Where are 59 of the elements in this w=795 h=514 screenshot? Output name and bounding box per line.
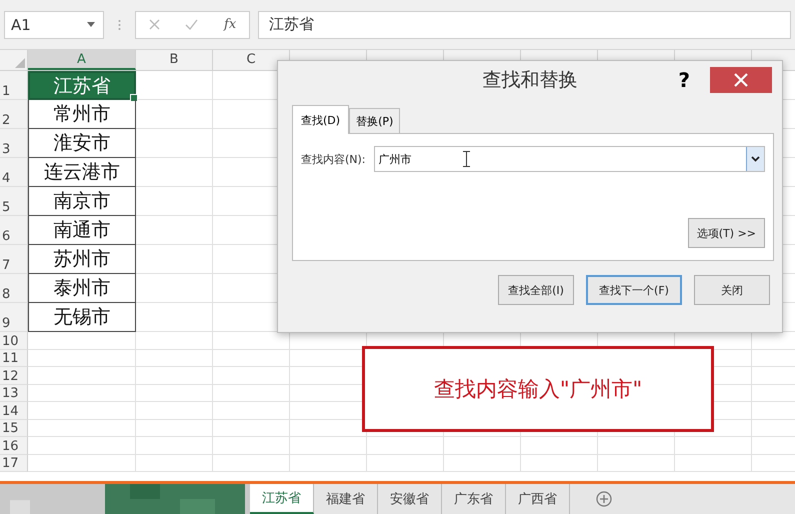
options-button[interactable]: 选项(T) >> bbox=[688, 218, 765, 248]
fill-handle[interactable] bbox=[130, 94, 138, 102]
annotation-callout: 查找内容输入"广州市" bbox=[362, 346, 714, 432]
row-header[interactable]: 6 bbox=[0, 216, 28, 245]
row-header[interactable]: 8 bbox=[0, 274, 28, 303]
function-button[interactable]: fx bbox=[224, 17, 236, 32]
table-cell: 南通市 bbox=[28, 216, 136, 245]
row-header[interactable]: 13 bbox=[0, 384, 28, 402]
row-header[interactable]: 11 bbox=[0, 350, 28, 367]
dialog-tab[interactable]: 查找(D) bbox=[292, 105, 350, 134]
sheet-tab[interactable]: 福建省 bbox=[314, 484, 378, 514]
find-field[interactable]: 广州市 bbox=[374, 146, 765, 172]
dialog-button[interactable]: 关闭 bbox=[694, 275, 770, 305]
table-cell: 苏州市 bbox=[28, 245, 136, 274]
separator-icon bbox=[118, 18, 121, 30]
sheet-tab[interactable]: 广西省 bbox=[506, 484, 570, 514]
row-header[interactable]: 3 bbox=[0, 129, 28, 158]
sheet-tab[interactable]: 广东省 bbox=[442, 484, 506, 514]
row-header[interactable]: 4 bbox=[0, 158, 28, 187]
dialog-title: 查找和替换 bbox=[482, 68, 578, 93]
table-cell: 淮安市 bbox=[28, 129, 136, 158]
table-cell: 江苏省 bbox=[28, 71, 136, 100]
sheet-tab[interactable]: 安徽省 bbox=[378, 484, 442, 514]
row-header[interactable]: 15 bbox=[0, 420, 28, 437]
text-cursor-icon bbox=[462, 151, 470, 167]
row-header[interactable]: 16 bbox=[0, 437, 28, 454]
table-cell: 常州市 bbox=[28, 100, 136, 129]
find-label: 查找内容(N): bbox=[301, 152, 366, 166]
row-header[interactable]: 1 bbox=[0, 71, 28, 100]
name-box[interactable]: A1 bbox=[4, 10, 104, 38]
table-cell: 无锡市 bbox=[28, 303, 136, 332]
formula-field[interactable]: 江苏省 bbox=[258, 10, 791, 38]
table-cell: 泰州市 bbox=[28, 274, 136, 303]
dialog-button[interactable]: 查找下一个(F) bbox=[586, 275, 682, 305]
row-header[interactable]: 9 bbox=[0, 303, 28, 332]
row-header[interactable]: 2 bbox=[0, 100, 28, 129]
check-icon[interactable] bbox=[185, 19, 198, 30]
add-sheet-icon[interactable] bbox=[596, 491, 612, 507]
cancel-icon[interactable] bbox=[148, 19, 160, 30]
sheet-tab[interactable]: 江苏省 bbox=[250, 484, 314, 514]
table-cell: 连云港市 bbox=[28, 158, 136, 187]
row-header[interactable]: 12 bbox=[0, 367, 28, 384]
row-header[interactable]: 5 bbox=[0, 187, 28, 216]
close-button[interactable] bbox=[710, 67, 772, 93]
dialog-button[interactable]: 查找全部(I) bbox=[498, 275, 574, 305]
dropdown-button[interactable] bbox=[746, 147, 764, 171]
row-header[interactable]: 14 bbox=[0, 402, 28, 420]
row-header[interactable]: 17 bbox=[0, 454, 28, 472]
column-header[interactable]: A bbox=[28, 50, 136, 70]
close-icon bbox=[734, 73, 748, 87]
help-button[interactable]: ? bbox=[672, 67, 696, 93]
table-cell: 南京市 bbox=[28, 187, 136, 216]
column-header[interactable]: B bbox=[136, 50, 213, 70]
dropdown-icon bbox=[87, 22, 95, 27]
row-header[interactable]: 7 bbox=[0, 245, 28, 274]
dialog-tab[interactable]: 替换(P) bbox=[349, 108, 400, 133]
triangle-icon bbox=[15, 58, 25, 68]
chevron-down-icon bbox=[751, 156, 760, 162]
row-header[interactable]: 10 bbox=[0, 332, 28, 350]
